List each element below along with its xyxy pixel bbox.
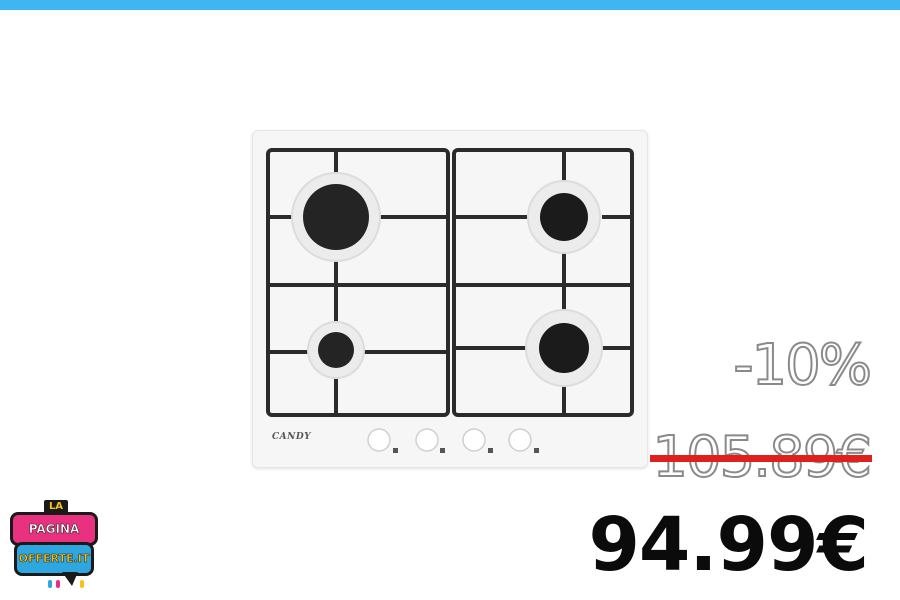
new-price: 94.99€ xyxy=(588,502,869,588)
gas-hob-illustration xyxy=(266,148,634,453)
logo-line-1: PAGINA DELLE xyxy=(10,512,98,564)
logo-speech-tail xyxy=(62,572,78,586)
old-price-strikethrough xyxy=(650,455,872,462)
site-logo: LA PAGINA DELLE OFFERTE.IT xyxy=(8,500,100,596)
discount-percentage: -10% xyxy=(732,333,873,398)
logo-drip xyxy=(48,580,52,588)
top-accent-bar xyxy=(0,0,900,10)
logo-drip xyxy=(80,580,84,588)
logo-line-2: OFFERTE.IT xyxy=(14,542,94,576)
product-brand-label: CANDY xyxy=(272,432,312,442)
product-image-gas-hob: CANDY xyxy=(252,130,648,468)
logo-drip xyxy=(56,580,60,588)
